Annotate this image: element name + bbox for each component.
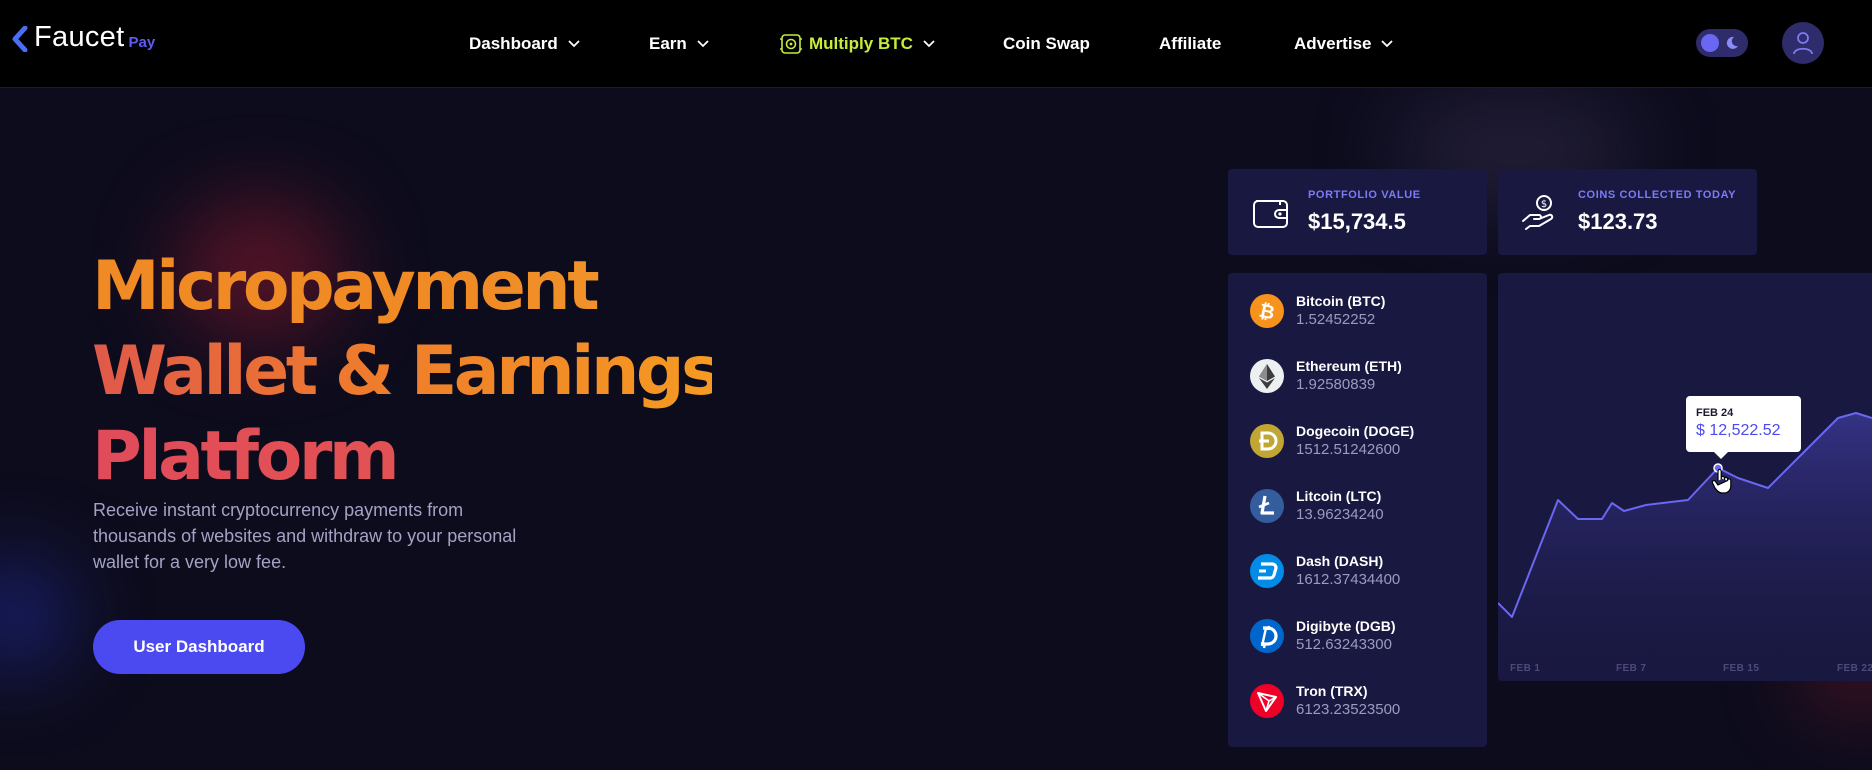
coin-name: Dash (DASH) [1296, 553, 1384, 569]
coin-amount: 1612.37434400 [1296, 571, 1401, 588]
user-icon [1793, 32, 1813, 55]
brand-logo[interactable]: Faucet Pay [12, 22, 155, 52]
tooltip-date: FEB 24 [1696, 407, 1734, 419]
coin-row-btc[interactable]: ₿ Bitcoin (BTC) 1.52452252 [1250, 291, 1385, 331]
coin-balance-list: ₿ Bitcoin (BTC) 1.52452252 Ethereum (ETH… [1228, 273, 1487, 747]
nav-multiply-btc-label: Multiply BTC [809, 34, 913, 53]
nav-affiliate-label: Affiliate [1159, 34, 1222, 53]
bitcoin-icon: ₿ [1250, 294, 1284, 328]
coins-collected-card: $ COINS COLLECTED TODAY $123.73 [1498, 169, 1757, 255]
multiply-target-icon [780, 34, 802, 54]
hero-title-line-1: Micropayment [92, 244, 712, 329]
coin-row-dash[interactable]: Dash (DASH) 1612.37434400 [1250, 551, 1400, 591]
brand-sub: Pay [128, 34, 156, 51]
theme-toggle[interactable] [1696, 29, 1748, 57]
chevron-down-icon [568, 40, 580, 48]
coins-collected-label: COINS COLLECTED TODAY [1578, 189, 1737, 201]
coin-name: Tron (TRX) [1296, 683, 1368, 699]
portfolio-value-card: PORTFOLIO VALUE $15,734.5 [1228, 169, 1487, 255]
nav-advertise-label: Advertise [1294, 34, 1372, 53]
moon-icon [1726, 36, 1738, 49]
coin-name: Ethereum (ETH) [1296, 358, 1402, 374]
svg-text:₿: ₿ [1257, 300, 1277, 325]
nav-coin-swap[interactable]: Coin Swap [1003, 32, 1090, 56]
nav-dashboard[interactable]: Dashboard [469, 32, 580, 56]
tooltip-value: $ 12,522.52 [1696, 422, 1781, 439]
hero-title-line-3: Platform [92, 414, 712, 499]
nav-advertise[interactable]: Advertise [1294, 32, 1394, 56]
nav-affiliate[interactable]: Affiliate [1159, 32, 1221, 56]
coin-amount: 1512.51242600 [1296, 441, 1401, 458]
nav-earn-label: Earn [649, 34, 687, 53]
chart-x-tick: FEB 15 [1723, 663, 1760, 674]
portfolio-value-label: PORTFOLIO VALUE [1308, 189, 1421, 201]
portfolio-area-chart [1498, 412, 1872, 681]
litecoin-icon [1250, 489, 1284, 523]
chevron-down-icon [923, 40, 935, 48]
coin-amount: 512.63243300 [1296, 636, 1392, 653]
chart-x-tick: FEB 22 [1837, 663, 1872, 674]
coin-row-dgb[interactable]: Digibyte (DGB) 512.63243300 [1250, 616, 1396, 656]
toggle-knob [1701, 34, 1719, 52]
nav-multiply-btc[interactable]: Multiply BTC [779, 32, 935, 56]
coin-row-doge[interactable]: Dogecoin (DOGE) 1512.51242600 [1250, 421, 1414, 461]
dogecoin-icon [1250, 424, 1284, 458]
hand-cursor-icon [1711, 468, 1732, 494]
chevron-down-icon [1381, 40, 1394, 48]
bg-glow-blue [0, 560, 70, 670]
digibyte-icon [1250, 619, 1284, 653]
svg-text:$: $ [1541, 199, 1547, 210]
hero-description: Receive instant cryptocurrency payments … [93, 500, 517, 572]
user-dashboard-button[interactable]: User Dashboard [93, 620, 305, 674]
user-avatar[interactable] [1782, 22, 1824, 64]
coin-row-ltc[interactable]: Litcoin (LTC) 13.96234240 [1250, 486, 1384, 526]
dash-icon [1250, 554, 1284, 588]
top-navbar: Faucet Pay Dashboard Earn Multiply BTC C… [0, 0, 1872, 88]
brand-name: Faucet [34, 21, 125, 53]
wallet-icon [1253, 200, 1288, 228]
tron-icon [1250, 684, 1284, 718]
coin-name: Digibyte (DGB) [1296, 618, 1396, 634]
coin-amount: 1.92580839 [1296, 376, 1376, 393]
hero-title-line-2: Wallet & Earnings [92, 329, 722, 414]
nav-coin-swap-label: Coin Swap [1003, 34, 1090, 53]
portfolio-value-amount: $15,734.5 [1308, 209, 1406, 234]
chart-tooltip: FEB 24 $ 12,522.52 [1686, 396, 1801, 459]
coin-name: Dogecoin (DOGE) [1296, 423, 1415, 439]
chart-x-tick: FEB 1 [1510, 663, 1541, 674]
ethereum-icon [1250, 359, 1284, 393]
hero-title: Micropayment Wallet & Earnings Platform [92, 244, 722, 499]
coin-amount: 6123.23523500 [1296, 701, 1401, 718]
nav-earn[interactable]: Earn [649, 32, 709, 56]
portfolio-chart [1498, 273, 1872, 681]
chart-area [1498, 413, 1872, 681]
coin-amount: 1.52452252 [1296, 311, 1376, 328]
coin-row-eth[interactable]: Ethereum (ETH) 1.92580839 [1250, 356, 1402, 396]
logo-chevron-icon [12, 26, 28, 52]
chart-x-tick: FEB 7 [1616, 663, 1647, 674]
coin-amount: 13.96234240 [1296, 506, 1384, 523]
nav-dashboard-label: Dashboard [469, 34, 558, 53]
coin-name: Litcoin (LTC) [1296, 488, 1382, 504]
chevron-down-icon [697, 40, 709, 48]
coin-name: Bitcoin (BTC) [1296, 293, 1386, 309]
coins-collected-amount: $123.73 [1578, 209, 1658, 234]
coin-row-trx[interactable]: Tron (TRX) 6123.23523500 [1250, 681, 1400, 721]
hand-coin-icon: $ [1522, 195, 1554, 230]
